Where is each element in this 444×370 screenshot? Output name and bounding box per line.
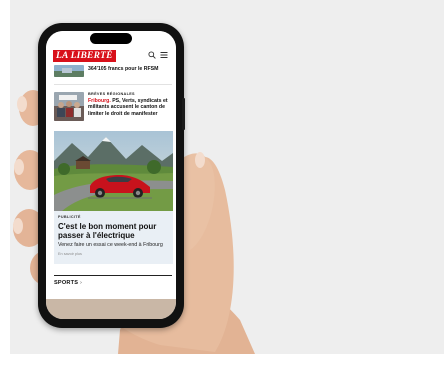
article-item[interactable]: BRÈVES RÉGIONALES Fribourg. PS, Verts, s…	[54, 90, 170, 124]
section-link-sports[interactable]: SPORTS ›	[54, 280, 82, 286]
site-logo[interactable]: LA LIBERTÉ	[53, 50, 116, 62]
sponsored-ad[interactable]: PUBLICITÉ C'est le bon moment pour passe…	[54, 131, 173, 264]
article-title: Fribourg. PS, Verts, syndicats et milita…	[88, 98, 172, 118]
ad-image-car	[54, 131, 173, 211]
ad-subtitle: Venez faire un essai ce week-end à Fribo…	[58, 242, 163, 248]
ad-more-link[interactable]: En savoir plus	[58, 252, 82, 256]
section-label: SPORTS	[54, 280, 79, 286]
chevron-right-icon: ›	[79, 280, 83, 286]
article-thumbnail	[54, 92, 84, 121]
divider	[54, 84, 172, 85]
section-divider	[54, 275, 172, 276]
hamburger-menu-icon[interactable]	[160, 51, 168, 59]
article-title: 364'105 francs pour le RFSM	[88, 66, 159, 72]
phone-screen: LA LIBERTÉ 364'105 francs pour le RFSM B…	[46, 31, 176, 319]
article-text: BRÈVES RÉGIONALES Fribourg. PS, Verts, s…	[88, 91, 172, 117]
next-article-preview[interactable]	[46, 299, 176, 319]
phone-side-button	[182, 98, 185, 130]
search-icon[interactable]	[148, 51, 156, 59]
article-location: Fribourg.	[88, 97, 111, 104]
article-item[interactable]: 364'105 francs pour le RFSM	[54, 65, 170, 79]
ad-title: C'est le bon moment pour passer à l'élec…	[58, 222, 157, 240]
ad-badge: PUBLICITÉ	[58, 215, 81, 219]
article-thumbnail	[54, 65, 84, 77]
article-kicker: BRÈVES RÉGIONALES	[88, 92, 135, 96]
dynamic-island	[90, 33, 132, 44]
